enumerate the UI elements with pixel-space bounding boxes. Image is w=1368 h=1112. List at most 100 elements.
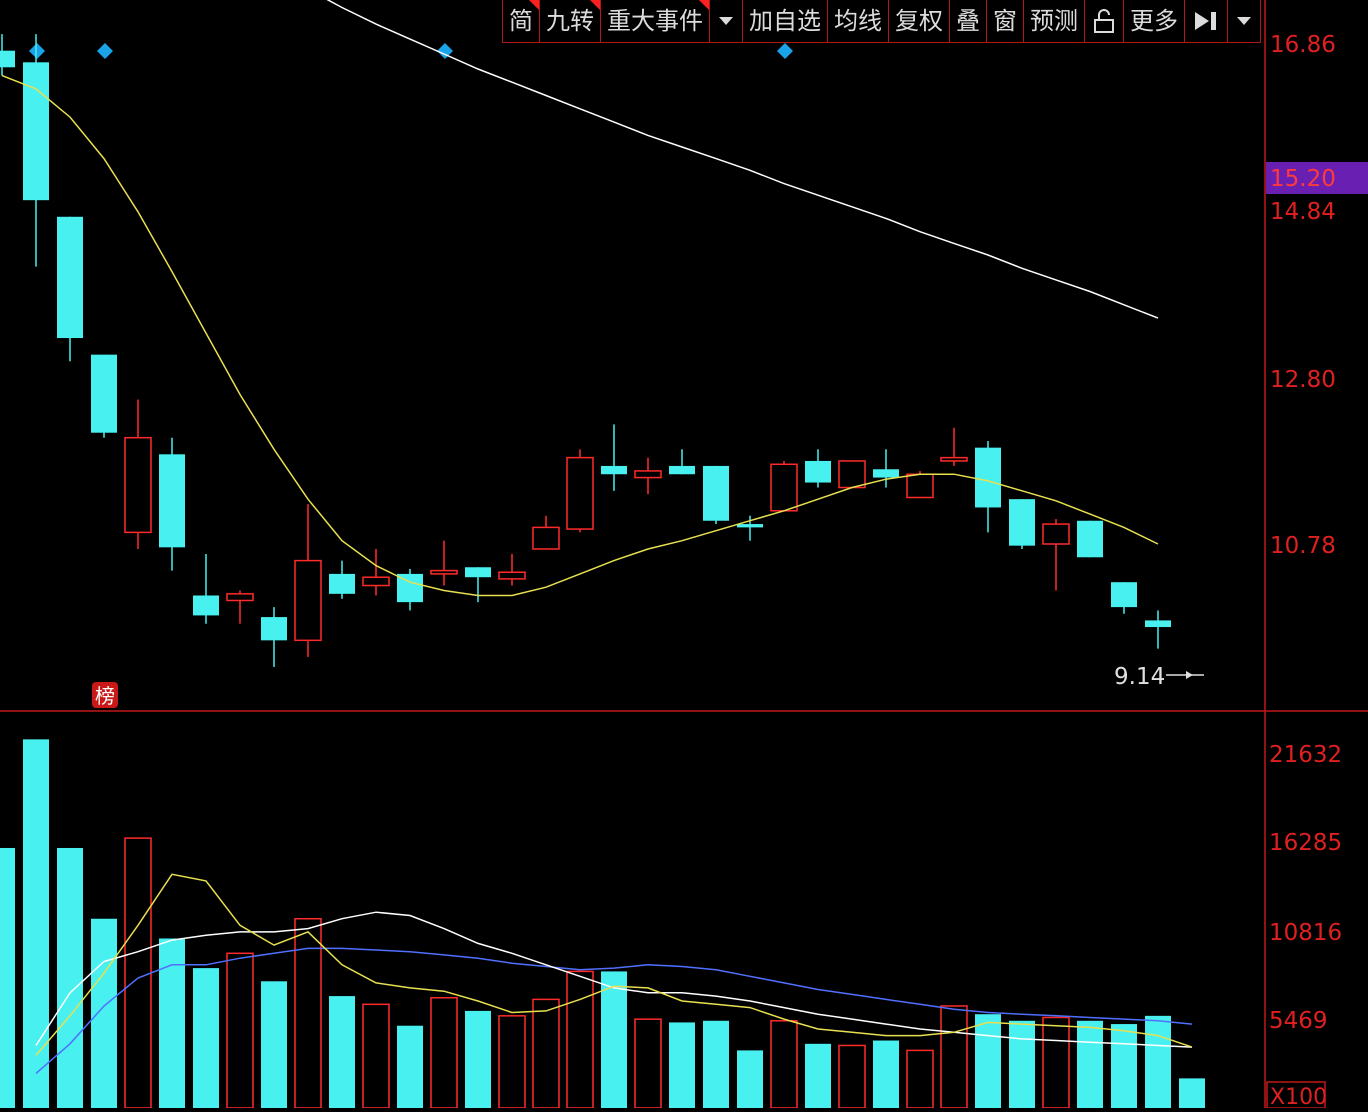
- candle-body: [329, 573, 355, 594]
- candle-body: [1077, 520, 1103, 558]
- volume-tick-label: 5469: [1269, 1008, 1328, 1034]
- candle-body: [634, 470, 662, 479]
- candle: [566, 449, 594, 533]
- volume-bar: [838, 1044, 866, 1109]
- volume-bar: [770, 1020, 798, 1109]
- candle: [465, 567, 491, 603]
- candle: [838, 460, 866, 489]
- toolbar-button[interactable]: 均线: [828, 0, 889, 42]
- volume-bar: [0, 847, 15, 1108]
- candle-body: [873, 469, 899, 478]
- volume-bar: [566, 970, 594, 1109]
- dropdown-arrow-icon[interactable]: [710, 0, 743, 42]
- toolbar-button[interactable]: 复权: [889, 0, 950, 42]
- candle: [770, 460, 798, 512]
- volume-bar: [294, 917, 322, 1109]
- volume-bar: [261, 981, 287, 1108]
- candle: [226, 590, 254, 624]
- low-price-marker: 9.14: [1114, 664, 1165, 690]
- toolbar-button[interactable]: 窗: [987, 0, 1024, 42]
- volume-bar: [57, 847, 83, 1108]
- candle-body: [703, 465, 729, 521]
- candle-body: [737, 524, 763, 528]
- volume-bar: [226, 952, 254, 1109]
- volume-tick-label: 10816: [1269, 920, 1342, 946]
- candle-body: [226, 593, 254, 602]
- candle-body: [566, 456, 594, 530]
- candle-body: [465, 567, 491, 578]
- candle: [430, 540, 458, 586]
- candle-body: [805, 460, 831, 483]
- toolbar-button[interactable]: 加自选: [743, 0, 828, 42]
- stock-chart[interactable]: 16.86 14.84 12.80 10.78 15.20 21632 16285 10816…: [0, 0, 1368, 1110]
- candle: [940, 427, 968, 466]
- candle: [159, 437, 185, 571]
- volume-bar: [940, 1005, 968, 1109]
- volume-bar: [532, 998, 560, 1109]
- toolbar-button[interactable]: 简: [503, 0, 540, 42]
- toolbar-button[interactable]: 叠: [950, 0, 987, 42]
- volume-bar: [975, 1014, 1001, 1108]
- candle: [1009, 499, 1035, 549]
- candle: [498, 553, 526, 586]
- price-tick-label: 12.80: [1270, 367, 1336, 393]
- candle: [703, 465, 729, 525]
- event-marker-icon: [97, 43, 113, 59]
- dropdown-arrow-icon[interactable]: [1228, 0, 1260, 42]
- volume-bar: [465, 1010, 491, 1108]
- candle: [669, 449, 695, 475]
- current-price-label: 15.20: [1270, 166, 1336, 192]
- volume-bar: [430, 996, 458, 1109]
- toolbar-button[interactable]: 九转: [540, 0, 601, 42]
- volume-bar: [193, 968, 219, 1108]
- candle: [362, 548, 390, 596]
- volume-bar: [1077, 1020, 1103, 1108]
- candle: [57, 216, 83, 362]
- volume-bar: [805, 1043, 831, 1108]
- price-tick-label: 16.86: [1270, 32, 1336, 58]
- candle-body: [838, 460, 866, 489]
- toolbar-button[interactable]: 重大事件: [601, 0, 710, 42]
- price-tick-label: 14.84: [1270, 199, 1336, 225]
- event-marker-icon: [777, 43, 793, 59]
- candle: [23, 34, 49, 267]
- lock-icon[interactable]: [1085, 0, 1124, 42]
- toolbar-button[interactable]: 预测: [1024, 0, 1085, 42]
- candle-body: [975, 447, 1001, 508]
- volume-bar: [873, 1040, 899, 1108]
- candle-body: [261, 617, 287, 641]
- candle: [1042, 519, 1070, 591]
- candle: [975, 441, 1001, 533]
- volume-tick-label: 21632: [1269, 742, 1342, 768]
- volume-unit-label: X100: [1270, 1085, 1327, 1108]
- candle-body: [1145, 620, 1171, 628]
- candle-body: [430, 569, 458, 575]
- volume-tick-label: 16285: [1269, 830, 1342, 856]
- candle-body: [57, 216, 83, 339]
- rank-badge-label: 榜: [95, 684, 115, 708]
- toolbar-button[interactable]: 更多: [1124, 0, 1185, 42]
- candle-body: [91, 354, 117, 433]
- skip-to-end-icon[interactable]: [1185, 0, 1228, 42]
- volume-bar: [124, 837, 152, 1109]
- candle-body: [159, 454, 185, 548]
- volume-bar: [1009, 1020, 1035, 1108]
- volume-bar: [703, 1020, 729, 1108]
- volume-bar: [601, 971, 627, 1108]
- candle-body: [0, 50, 15, 68]
- candle: [124, 399, 152, 549]
- ma-long-line: [326, 0, 1159, 319]
- volume-bar: [669, 1022, 695, 1108]
- volume-bar: [1111, 1024, 1137, 1108]
- candle: [261, 607, 287, 667]
- volume-bar: [362, 1003, 390, 1109]
- candle-body: [669, 465, 695, 475]
- candle: [1077, 520, 1103, 558]
- price-tick-label: 10.78: [1270, 533, 1336, 559]
- kline-stage: 16.86 14.84 12.80 10.78 15.20 21632 16285 10816…: [0, 0, 1368, 1110]
- candle-body: [362, 576, 390, 587]
- candle-body: [1111, 582, 1137, 608]
- volume-bar: [634, 1018, 662, 1109]
- candle-body: [498, 571, 526, 580]
- candle-body: [1042, 523, 1070, 545]
